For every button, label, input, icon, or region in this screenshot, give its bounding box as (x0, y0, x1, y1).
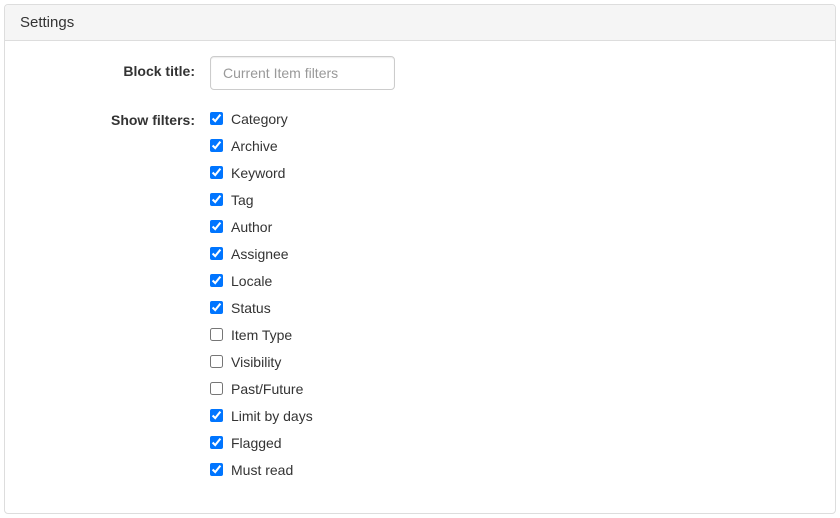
filter-item[interactable]: Locale (210, 267, 313, 294)
panel-body: Block title: Show filters: Category Archi… (5, 41, 835, 513)
filter-label: Must read (231, 462, 293, 478)
filter-label: Item Type (231, 327, 292, 343)
filter-item[interactable]: Archive (210, 132, 313, 159)
filter-item[interactable]: Keyword (210, 159, 313, 186)
filter-item[interactable]: Tag (210, 186, 313, 213)
filter-item[interactable]: Past/Future (210, 375, 313, 402)
show-filters-row: Show filters: Category Archive Keyword Tag A… (20, 105, 820, 483)
filter-item[interactable]: Category (210, 105, 313, 132)
block-title-row: Block title: (20, 56, 820, 90)
filter-label: Flagged (231, 435, 282, 451)
filters-list: Category Archive Keyword Tag Author Assignee L… (210, 105, 313, 483)
show-filters-label: Show filters: (20, 105, 210, 128)
filter-item[interactable]: Status (210, 294, 313, 321)
filter-checkbox[interactable] (210, 112, 223, 125)
filter-label: Visibility (231, 354, 281, 370)
filter-checkbox[interactable] (210, 463, 223, 476)
filter-label: Status (231, 300, 271, 316)
filter-label: Limit by days (231, 408, 313, 424)
block-title-input[interactable] (210, 56, 395, 90)
filter-checkbox[interactable] (210, 328, 223, 341)
filter-item[interactable]: Author (210, 213, 313, 240)
filter-item[interactable]: Visibility (210, 348, 313, 375)
filter-checkbox[interactable] (210, 247, 223, 260)
filter-checkbox[interactable] (210, 409, 223, 422)
filter-label: Locale (231, 273, 272, 289)
filter-checkbox[interactable] (210, 220, 223, 233)
filter-label: Tag (231, 192, 254, 208)
filter-item[interactable]: Flagged (210, 429, 313, 456)
block-title-label: Block title: (20, 56, 210, 79)
filter-checkbox[interactable] (210, 166, 223, 179)
panel-title: Settings (5, 5, 835, 41)
filter-label: Assignee (231, 246, 289, 262)
filter-checkbox[interactable] (210, 382, 223, 395)
filter-item[interactable]: Must read (210, 456, 313, 483)
filter-item[interactable]: Limit by days (210, 402, 313, 429)
filter-label: Past/Future (231, 381, 303, 397)
filter-checkbox[interactable] (210, 436, 223, 449)
filter-label: Keyword (231, 165, 285, 181)
filter-checkbox[interactable] (210, 193, 223, 206)
filter-label: Category (231, 111, 288, 127)
filter-checkbox[interactable] (210, 139, 223, 152)
filter-checkbox[interactable] (210, 274, 223, 287)
filter-checkbox[interactable] (210, 301, 223, 314)
filter-label: Archive (231, 138, 278, 154)
filter-label: Author (231, 219, 272, 235)
filter-item[interactable]: Assignee (210, 240, 313, 267)
filter-checkbox[interactable] (210, 355, 223, 368)
settings-panel: Settings Block title: Show filters: Cate… (4, 4, 836, 514)
filter-item[interactable]: Item Type (210, 321, 313, 348)
